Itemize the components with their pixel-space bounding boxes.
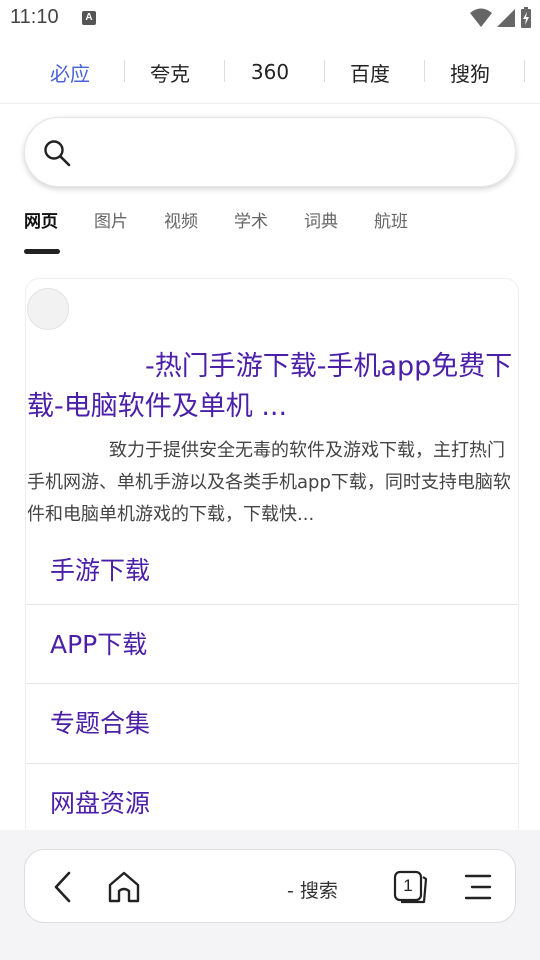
result-title-text: -热门手游下载-手机app免费下载-电脑软件及单机 ... xyxy=(27,351,513,422)
engine-separator xyxy=(324,60,325,82)
status-icons xyxy=(470,7,532,29)
engine-tab-360[interactable]: 360 xyxy=(220,50,320,94)
menu-icon[interactable] xyxy=(463,872,493,902)
search-engine-tabs: 必应 夸克 360 百度 搜狗 xyxy=(0,50,540,94)
tab-academic[interactable]: 学术 xyxy=(234,208,268,238)
tab-count: 1 xyxy=(403,876,413,895)
tab-dictionary[interactable]: 词典 xyxy=(304,208,338,238)
site-favicon xyxy=(27,288,69,330)
sublink-cloud-resources[interactable]: 网盘资源 xyxy=(26,763,518,837)
engine-separator xyxy=(224,60,225,82)
battery-icon xyxy=(521,7,531,28)
search-icon xyxy=(44,140,71,167)
sublink-label: 网盘资源 xyxy=(50,789,151,818)
sublink-label: APP下载 xyxy=(50,630,148,659)
header-divider xyxy=(0,103,540,104)
status-time: 11:10 xyxy=(10,6,59,28)
bottom-toolbar: - 搜索 1 xyxy=(24,849,516,923)
notification-icon: A xyxy=(82,11,96,25)
sublink-mobile-games[interactable]: 手游下载 xyxy=(26,531,518,611)
engine-separator xyxy=(424,60,425,82)
search-result-card: -热门手游下载-手机app免费下载-电脑软件及单机 ... 致力于提供安全无毒的… xyxy=(25,278,519,838)
home-icon[interactable] xyxy=(107,870,141,904)
category-tabs: 网页 图片 视频 学术 词典 航班 xyxy=(24,208,444,238)
sublink-label: 手游下载 xyxy=(50,556,151,585)
tab-flights[interactable]: 航班 xyxy=(374,208,408,238)
engine-tab-bing[interactable]: 必应 xyxy=(20,50,120,94)
result-snippet: 致力于提供安全无毒的软件及游戏下载，主打热门手机网游、单机手游以及各类手机app… xyxy=(27,435,515,531)
result-snippet-text: 致力于提供安全无毒的软件及游戏下载，主打热门手机网游、单机手游以及各类手机app… xyxy=(27,440,511,525)
engine-separator xyxy=(124,60,125,82)
tab-images[interactable]: 图片 xyxy=(94,208,128,238)
back-icon[interactable] xyxy=(51,870,75,904)
sublink-topics[interactable]: 专题合集 xyxy=(26,683,518,763)
wifi-icon xyxy=(470,8,492,27)
result-title-link[interactable]: -热门手游下载-手机app免费下载-电脑软件及单机 ... xyxy=(27,347,517,427)
active-tab-indicator xyxy=(24,249,60,254)
toolbar-search-label[interactable]: - 搜索 xyxy=(287,876,338,903)
signal-icon xyxy=(497,9,515,27)
tab-videos[interactable]: 视频 xyxy=(164,208,198,238)
engine-tab-sogou[interactable]: 搜狗 xyxy=(420,50,520,94)
sublink-label: 专题合集 xyxy=(50,709,151,738)
engine-tab-baidu[interactable]: 百度 xyxy=(320,50,420,94)
sublink-apps[interactable]: APP下载 xyxy=(26,604,518,684)
engine-separator xyxy=(524,60,525,82)
tabs-button[interactable]: 1 xyxy=(393,870,429,904)
search-input[interactable] xyxy=(95,132,495,172)
tab-web[interactable]: 网页 xyxy=(24,208,58,238)
engine-tab-quark[interactable]: 夸克 xyxy=(120,50,220,94)
status-bar: 11:10 A xyxy=(0,0,540,36)
search-box[interactable] xyxy=(24,117,516,187)
